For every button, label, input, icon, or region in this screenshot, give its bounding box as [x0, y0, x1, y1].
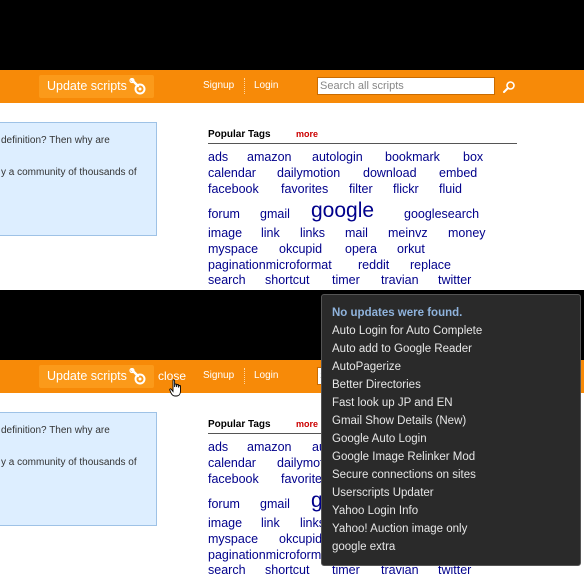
- script-list-item[interactable]: Auto add to Google Reader: [332, 343, 472, 355]
- tag-opera[interactable]: opera: [345, 242, 377, 256]
- tag-ads[interactable]: ads: [208, 440, 228, 454]
- no-updates-heading: No updates were found.: [332, 307, 463, 319]
- more-tags-link[interactable]: more: [296, 129, 318, 139]
- tag-link[interactable]: link: [261, 226, 280, 240]
- tag-paginationmicroformat[interactable]: paginationmicroformat: [208, 258, 332, 272]
- tag-replace[interactable]: replace: [410, 258, 451, 272]
- header-bar: Update scripts Signup Login: [0, 70, 584, 103]
- intro-line: y a community of thousands of: [1, 457, 137, 468]
- tag-favorites[interactable]: favorites: [281, 182, 328, 196]
- intro-line: definition? Then why are: [1, 425, 110, 436]
- tag-forum[interactable]: forum: [208, 497, 240, 511]
- intro-box: definition? Then why are y a community o…: [0, 122, 157, 236]
- tag-dailymotion[interactable]: dailymotion: [277, 166, 340, 180]
- tag-facebook[interactable]: facebook: [208, 182, 259, 196]
- tag-mail[interactable]: mail: [345, 226, 368, 240]
- wrench-gear-icon: [129, 368, 146, 385]
- tag-reddit[interactable]: reddit: [358, 258, 389, 272]
- tag-calendar[interactable]: calendar: [208, 456, 256, 470]
- update-scripts-button[interactable]: Update scripts: [39, 75, 154, 98]
- script-list-item[interactable]: Yahoo Login Info: [332, 505, 418, 517]
- tag-box[interactable]: box: [463, 150, 483, 164]
- nav-separator: [244, 368, 245, 384]
- script-list-item[interactable]: Fast look up JP and EN: [332, 397, 453, 409]
- tag-calendar[interactable]: calendar: [208, 166, 256, 180]
- intro-line: definition? Then why are: [1, 135, 110, 146]
- tag-okcupid[interactable]: okcupid: [279, 532, 322, 546]
- tag-amazon[interactable]: amazon: [247, 150, 291, 164]
- more-tags-link[interactable]: more: [296, 419, 318, 429]
- update-scripts-label: Update scripts: [47, 79, 127, 93]
- intro-box: definition? Then why are y a community o…: [0, 412, 157, 526]
- tag-googlesearch[interactable]: googlesearch: [404, 207, 479, 221]
- tag-search[interactable]: search: [208, 273, 246, 287]
- tag-shortcut[interactable]: shortcut: [265, 273, 309, 287]
- signup-link[interactable]: Signup: [203, 370, 234, 381]
- script-list-item[interactable]: AutoPagerize: [332, 361, 401, 373]
- script-list-item[interactable]: Secure connections on sites: [332, 469, 476, 481]
- magnifier-icon[interactable]: [502, 80, 516, 94]
- login-link[interactable]: Login: [254, 370, 278, 381]
- tag-paginationmicroformat[interactable]: paginationmicroformat: [208, 548, 332, 562]
- script-list-item[interactable]: Better Directories: [332, 379, 421, 391]
- tag-amazon[interactable]: amazon: [247, 440, 291, 454]
- tag-download[interactable]: download: [363, 166, 417, 180]
- tag-google[interactable]: google: [311, 199, 374, 223]
- hand-cursor-icon: [169, 379, 181, 397]
- update-scripts-button[interactable]: Update scripts: [39, 365, 154, 388]
- tag-ads[interactable]: ads: [208, 150, 228, 164]
- popular-tags-title: Popular Tags: [208, 419, 271, 430]
- tag-link[interactable]: link: [261, 516, 280, 530]
- tag-money[interactable]: money: [448, 226, 486, 240]
- script-list-item[interactable]: Userscripts Updater: [332, 487, 434, 499]
- tag-gmail[interactable]: gmail: [260, 497, 290, 511]
- tag-myspace[interactable]: myspace: [208, 532, 258, 546]
- script-list-item[interactable]: google extra: [332, 541, 395, 553]
- update-scripts-label: Update scripts: [47, 369, 127, 383]
- tag-filter[interactable]: filter: [349, 182, 373, 196]
- tag-travian[interactable]: travian: [381, 273, 419, 287]
- tag-orkut[interactable]: orkut: [397, 242, 425, 256]
- tag-forum[interactable]: forum: [208, 207, 240, 221]
- tag-links[interactable]: links: [300, 226, 325, 240]
- search-input[interactable]: [317, 77, 495, 95]
- tag-shortcut[interactable]: shortcut: [265, 563, 309, 577]
- tag-gmail[interactable]: gmail: [260, 207, 290, 221]
- intro-line: y a community of thousands of: [1, 167, 137, 178]
- login-link[interactable]: Login: [254, 80, 278, 91]
- tag-image[interactable]: image: [208, 516, 242, 530]
- tag-embed[interactable]: embed: [439, 166, 477, 180]
- script-list-item[interactable]: Google Auto Login: [332, 433, 427, 445]
- tag-meinvz[interactable]: meinvz: [388, 226, 428, 240]
- updates-popup: No updates were found. Auto Login for Au…: [321, 294, 581, 566]
- tag-flickr[interactable]: flickr: [393, 182, 419, 196]
- popular-tags-title: Popular Tags: [208, 129, 271, 140]
- page-before-click: Update scripts Signup Login definition? …: [0, 70, 584, 290]
- tag-autologin[interactable]: autologin: [312, 150, 363, 164]
- tag-search[interactable]: search: [208, 563, 246, 577]
- tag-bookmark[interactable]: bookmark: [385, 150, 440, 164]
- script-list-item[interactable]: Auto Login for Auto Complete: [332, 325, 482, 337]
- tag-twitter[interactable]: twitter: [438, 273, 471, 287]
- script-list-item[interactable]: Gmail Show Details (New): [332, 415, 466, 427]
- script-list-item[interactable]: Yahoo! Auction image only: [332, 523, 467, 535]
- script-list-item[interactable]: Google Image Relinker Mod: [332, 451, 475, 463]
- tag-facebook[interactable]: facebook: [208, 472, 259, 486]
- nav-separator: [244, 78, 245, 94]
- tag-image[interactable]: image: [208, 226, 242, 240]
- popular-tags-header: Popular Tags more: [208, 129, 517, 144]
- wrench-gear-icon: [129, 78, 146, 95]
- tag-fluid[interactable]: fluid: [439, 182, 462, 196]
- tag-myspace[interactable]: myspace: [208, 242, 258, 256]
- tag-timer[interactable]: timer: [332, 273, 360, 287]
- signup-link[interactable]: Signup: [203, 80, 234, 91]
- tag-okcupid[interactable]: okcupid: [279, 242, 322, 256]
